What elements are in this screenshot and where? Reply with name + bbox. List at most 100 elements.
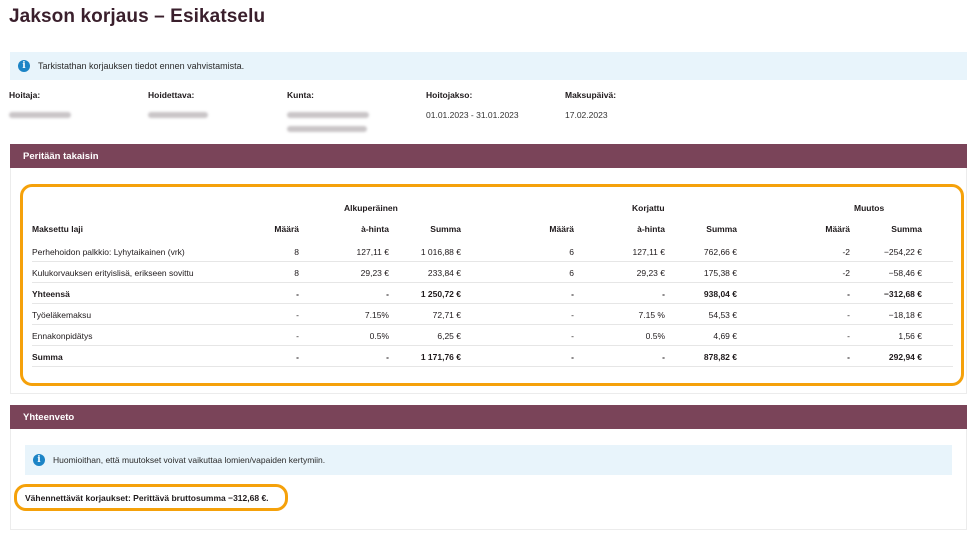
- cell-chg-qty: -: [847, 331, 850, 341]
- cell-chg-qty: -: [847, 289, 850, 299]
- cell-type: Perhehoidon palkkio: Lyhytaikainen (vrk): [32, 247, 185, 257]
- header-chg-sum: Summa: [891, 224, 922, 234]
- correction-table: Alkuperäinen Korjattu Muutos Maksettu la…: [20, 184, 964, 386]
- header-type: Maksettu laji: [32, 224, 84, 234]
- cell-orig-qty: -: [296, 331, 299, 341]
- header-orig-sum: Summa: [430, 224, 461, 234]
- section-title: Yhteenveto: [23, 411, 75, 423]
- cell-orig-price: 127,11 €: [356, 247, 389, 257]
- cell-corr-price: -: [662, 352, 665, 362]
- table-row-sum: Summa - - 1 171,76 € - - 878,82 € - 292,…: [32, 346, 953, 367]
- cell-corr-sum: 762,66 €: [703, 247, 737, 257]
- cell-orig-price: 0.5%: [369, 331, 389, 341]
- cell-orig-price: 7.15%: [364, 310, 389, 320]
- group-corrected: Korjattu: [632, 203, 665, 213]
- cell-orig-qty: -: [296, 289, 299, 299]
- cell-corr-price: 0.5%: [645, 331, 665, 341]
- cell-corr-sum: 878,82 €: [703, 352, 737, 362]
- cell-type: Kulukorvauksen erityislisä, erikseen sov…: [32, 268, 194, 278]
- cell-orig-qty: -: [296, 310, 299, 320]
- table-row: Ennakonpidätys - 0.5% 6,25 € - 0.5% 4,69…: [32, 325, 953, 346]
- cell-orig-qty: -: [296, 352, 299, 362]
- cell-chg-sum: −254,22 €: [883, 247, 922, 257]
- cell-orig-price: -: [386, 289, 389, 299]
- cell-chg-qty: -: [847, 310, 850, 320]
- group-change: Muutos: [854, 203, 885, 213]
- cell-orig-sum: 72,71 €: [432, 310, 461, 320]
- table-row: Kulukorvauksen erityislisä, erikseen sov…: [32, 262, 953, 283]
- cell-corr-price: 29,23 €: [636, 268, 665, 278]
- cell-corr-sum: 54,53 €: [708, 310, 737, 320]
- cell-corr-qty: -: [571, 289, 574, 299]
- cell-orig-sum: 6,25 €: [437, 331, 461, 341]
- cell-orig-sum: 1 250,72 €: [420, 289, 461, 299]
- cell-chg-sum: −312,68 €: [883, 289, 922, 299]
- cell-orig-qty: 8: [294, 247, 299, 257]
- section-header-peritaan: Peritään takaisin: [10, 144, 967, 168]
- info-icon: i: [33, 454, 45, 466]
- kunta-value-redacted: [287, 109, 369, 136]
- group-original: Alkuperäinen: [344, 203, 398, 213]
- note-text: Huomioithan, että muutokset voivat vaiku…: [53, 455, 326, 465]
- header-orig-qty: Määrä: [274, 224, 299, 234]
- cell-type: Ennakonpidätys: [32, 331, 93, 341]
- cell-orig-sum: 233,84 €: [427, 268, 461, 278]
- cell-corr-sum: 175,38 €: [703, 268, 737, 278]
- table-row: Työeläkemaksu - 7.15% 72,71 € - 7.15 % 5…: [32, 304, 953, 325]
- cell-corr-qty: -: [571, 310, 574, 320]
- cell-orig-qty: 8: [294, 268, 299, 278]
- hoitojakso-label: Hoitojakso:: [426, 90, 473, 100]
- header-corr-qty: Määrä: [549, 224, 574, 234]
- cell-corr-qty: -: [571, 352, 574, 362]
- table-row-total: Yhteensä - - 1 250,72 € - - 938,04 € - −…: [32, 283, 953, 304]
- cell-corr-price: 127,11 €: [632, 247, 665, 257]
- cell-orig-sum: 1 171,76 €: [420, 352, 461, 362]
- kunta-label: Kunta:: [287, 90, 314, 100]
- cell-orig-price: -: [386, 352, 389, 362]
- cell-chg-qty: -: [847, 352, 850, 362]
- cell-corr-sum: 4,69 €: [713, 331, 737, 341]
- hoidettava-value-redacted: [148, 109, 208, 122]
- page-title: Jakson korjaus – Esikatselu: [9, 6, 266, 27]
- cell-corr-qty: -: [571, 331, 574, 341]
- cell-type: Työeläkemaksu: [32, 310, 92, 320]
- meta-hoitaja: Hoitaja:: [9, 90, 71, 122]
- section-title: Peritään takaisin: [23, 150, 99, 162]
- note-banner: i Huomioithan, että muutokset voivat vai…: [25, 445, 952, 475]
- meta-kunta: Kunta:: [287, 90, 369, 136]
- header-corr-sum: Summa: [706, 224, 737, 234]
- maksupaiva-value: 17.02.2023: [565, 110, 608, 120]
- info-icon: i: [18, 60, 30, 72]
- summary-text: Vähennettävät korjaukset: Perittävä brut…: [14, 484, 288, 511]
- meta-hoitojakso: Hoitojakso: 01.01.2023 - 31.01.2023: [426, 90, 519, 122]
- maksupaiva-label: Maksupäivä:: [565, 90, 617, 100]
- hoitojakso-value: 01.01.2023 - 31.01.2023: [426, 110, 519, 120]
- hoitaja-value-redacted: [9, 109, 71, 122]
- header-chg-qty: Määrä: [825, 224, 850, 234]
- info-text: Tarkistathan korjauksen tiedot ennen vah…: [38, 61, 245, 71]
- cell-chg-sum: 292,94 €: [888, 352, 922, 362]
- cell-corr-price: -: [662, 289, 665, 299]
- cell-chg-sum: 1,56 €: [898, 331, 922, 341]
- cell-orig-sum: 1 016,88 €: [420, 247, 461, 257]
- header-corr-price: à-hinta: [637, 224, 665, 234]
- section-header-yhteenveto: Yhteenveto: [10, 405, 967, 429]
- cell-chg-qty: -2: [842, 247, 850, 257]
- hoidettava-label: Hoidettava:: [148, 90, 195, 100]
- cell-type: Yhteensä: [32, 289, 70, 299]
- cell-corr-price: 7.15 %: [638, 310, 665, 320]
- info-banner: i Tarkistathan korjauksen tiedot ennen v…: [10, 52, 967, 80]
- meta-maksupaiva: Maksupäivä: 17.02.2023: [565, 90, 616, 122]
- header-orig-price: à-hinta: [361, 224, 389, 234]
- cell-chg-sum: −58,46 €: [888, 268, 922, 278]
- cell-type: Summa: [32, 352, 63, 362]
- cell-corr-qty: 6: [569, 247, 574, 257]
- meta-hoidettava: Hoidettava:: [148, 90, 208, 122]
- cell-corr-sum: 938,04 €: [703, 289, 737, 299]
- cell-chg-qty: -2: [842, 268, 850, 278]
- hoitaja-label: Hoitaja:: [9, 90, 41, 100]
- cell-orig-price: 29,23 €: [360, 268, 389, 278]
- table-row: Perhehoidon palkkio: Lyhytaikainen (vrk)…: [32, 241, 953, 262]
- cell-corr-qty: 6: [569, 268, 574, 278]
- cell-chg-sum: −18,18 €: [888, 310, 922, 320]
